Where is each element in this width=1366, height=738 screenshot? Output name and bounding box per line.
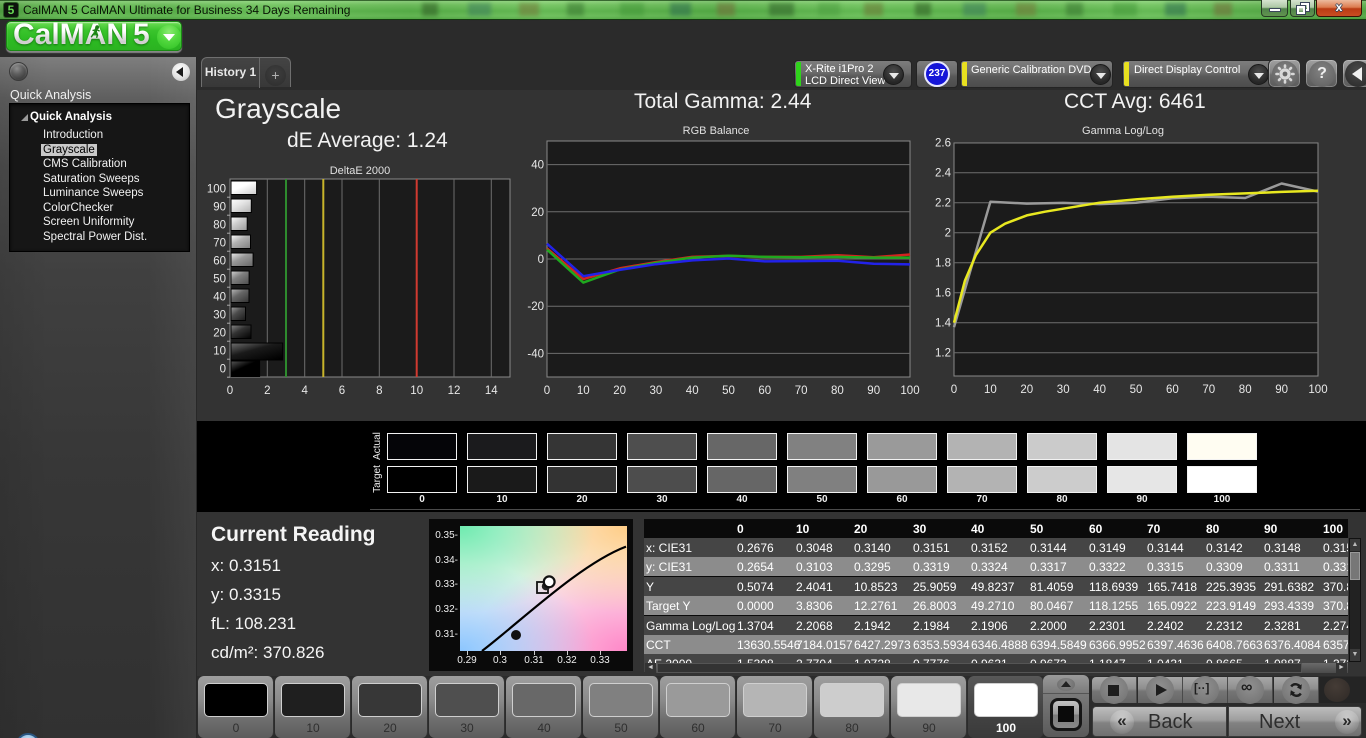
svg-text:80: 80	[831, 385, 844, 397]
svg-text:1.6: 1.6	[935, 288, 951, 300]
svg-text:40: 40	[686, 385, 699, 397]
svg-text:2.2: 2.2	[935, 198, 951, 210]
svg-text:10: 10	[984, 384, 997, 396]
svg-text:-40: -40	[527, 348, 544, 360]
svg-text:20: 20	[613, 385, 626, 397]
svg-text:10: 10	[213, 346, 226, 358]
svg-text:50: 50	[213, 274, 226, 286]
svg-text:50: 50	[722, 385, 735, 397]
svg-text:100: 100	[207, 184, 226, 196]
svg-text:40: 40	[531, 160, 544, 172]
svg-text:70: 70	[1202, 384, 1215, 396]
svg-text:1.2: 1.2	[935, 348, 951, 360]
svg-text:0: 0	[227, 385, 233, 397]
svg-text:30: 30	[650, 385, 663, 397]
svg-text:60: 60	[1166, 384, 1179, 396]
svg-text:20: 20	[213, 328, 226, 340]
svg-text:14: 14	[485, 385, 498, 397]
svg-text:0: 0	[544, 385, 550, 397]
svg-text:100: 100	[900, 385, 919, 397]
svg-text:30: 30	[1057, 384, 1070, 396]
svg-text:2: 2	[264, 385, 270, 397]
svg-text:90: 90	[1275, 384, 1288, 396]
svg-text:70: 70	[213, 238, 226, 250]
svg-text:80: 80	[213, 220, 226, 232]
svg-text:0: 0	[220, 364, 226, 376]
svg-text:40: 40	[1093, 384, 1106, 396]
svg-text:100: 100	[1308, 384, 1327, 396]
svg-text:20: 20	[531, 207, 544, 219]
svg-text:4: 4	[301, 385, 308, 397]
svg-text:1.8: 1.8	[935, 258, 951, 270]
svg-text:70: 70	[795, 385, 808, 397]
svg-text:60: 60	[213, 256, 226, 268]
svg-text:0: 0	[538, 254, 544, 266]
svg-text:40: 40	[213, 292, 226, 304]
svg-text:30: 30	[213, 310, 226, 322]
svg-text:80: 80	[1239, 384, 1252, 396]
svg-text:90: 90	[867, 385, 880, 397]
svg-text:60: 60	[758, 385, 771, 397]
svg-text:0: 0	[951, 384, 957, 396]
svg-text:2.6: 2.6	[935, 138, 951, 150]
svg-text:50: 50	[1130, 384, 1143, 396]
svg-text:10: 10	[410, 385, 423, 397]
svg-text:2: 2	[945, 228, 951, 240]
svg-text:90: 90	[213, 202, 226, 214]
svg-text:6: 6	[339, 385, 345, 397]
svg-text:10: 10	[577, 385, 590, 397]
svg-text:8: 8	[376, 385, 382, 397]
svg-text:20: 20	[1020, 384, 1033, 396]
svg-text:-20: -20	[527, 301, 544, 313]
svg-text:12: 12	[448, 385, 461, 397]
svg-text:1.4: 1.4	[935, 318, 952, 330]
svg-text:2.4: 2.4	[935, 168, 952, 180]
